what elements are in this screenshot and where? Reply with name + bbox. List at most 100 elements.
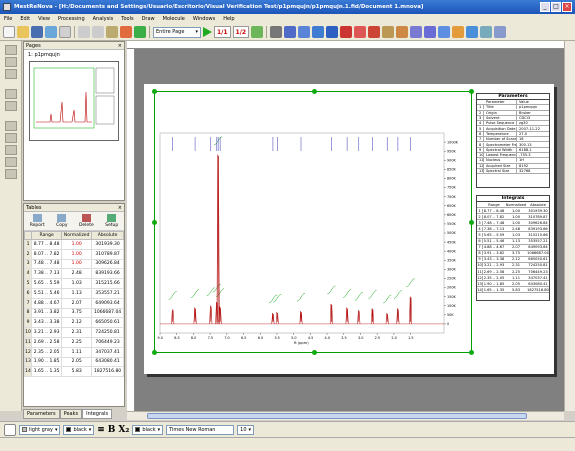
- tab-parameters[interactable]: Parameters: [23, 409, 60, 419]
- redo-icon[interactable]: [134, 26, 146, 38]
- column-header[interactable]: Range: [30, 231, 63, 240]
- table-row[interactable]: 10 3.21 .. 2.93 2.31 724250.81: [24, 327, 124, 338]
- integration-icon[interactable]: [354, 26, 367, 38]
- report-button[interactable]: Report: [30, 214, 45, 228]
- zoom-select[interactable]: Entire Page ▾: [153, 26, 201, 38]
- tab-peaks[interactable]: Peaks: [59, 409, 83, 419]
- table-row[interactable]: 5 5.65 .. 5.59 1.03 315215.66: [24, 278, 124, 289]
- play-icon[interactable]: [203, 27, 212, 37]
- fill-color-select[interactable]: light gray ▾: [19, 424, 61, 435]
- menu-edit[interactable]: Edit: [20, 16, 30, 22]
- table-row[interactable]: 13 1.90 .. 1.85 2.05 643080.41: [24, 356, 124, 368]
- parameters-table[interactable]: Parameters Parameter Value 1 Title p1pmqujn…: [476, 93, 550, 188]
- select-arrow-icon[interactable]: [4, 423, 16, 436]
- menu-view[interactable]: View: [38, 16, 50, 22]
- open-folder-icon[interactable]: [17, 26, 29, 38]
- column-header[interactable]: [24, 231, 32, 240]
- setup-button[interactable]: Setup: [105, 214, 118, 228]
- tab-integrals[interactable]: Integrals: [82, 409, 113, 419]
- pan-icon[interactable]: [298, 26, 311, 38]
- font-family-select[interactable]: Times New Roman: [166, 424, 235, 435]
- font-size-select[interactable]: 10 ▾: [237, 424, 255, 435]
- crosshair-icon[interactable]: [424, 26, 437, 38]
- menu-draw[interactable]: Draw: [142, 16, 155, 22]
- copy-button[interactable]: Copy: [56, 214, 68, 228]
- maximize-button[interactable]: □: [551, 2, 561, 12]
- vertical-scrollbar[interactable]: [564, 41, 575, 411]
- nmr-spectrum-chart[interactable]: 1000K 950K 900K 850K 800K 750K 700K 650K 600K 550…: [154, 91, 472, 353]
- brush-tool-icon[interactable]: [5, 133, 17, 143]
- save-icon[interactable]: [31, 26, 43, 38]
- reference-icon[interactable]: [410, 26, 423, 38]
- menu-molecule[interactable]: Molecule: [163, 16, 185, 22]
- minimize-button[interactable]: _: [540, 2, 550, 12]
- fit-icon[interactable]: [312, 26, 325, 38]
- horizontal-scrollbar[interactable]: [127, 411, 564, 420]
- text-tool-icon[interactable]: [5, 169, 17, 179]
- bold-icon[interactable]: B: [108, 425, 116, 435]
- table-row[interactable]: 2 8.07 .. 7.82 1.00 310789.87: [24, 248, 124, 260]
- table-row[interactable]: 14 1.65 .. 1.35 5.83 1827516.80: [24, 366, 124, 378]
- eraser-tool-icon[interactable]: [5, 145, 17, 155]
- menu-help[interactable]: Help: [223, 16, 234, 22]
- column-header[interactable]: Absolute: [91, 231, 124, 240]
- document-area[interactable]: 1000K 950K 900K 850K 800K 750K 700K 650K 600K 550…: [127, 41, 564, 411]
- zoom-icon[interactable]: [284, 26, 297, 38]
- menu-tools[interactable]: Tools: [121, 16, 133, 22]
- page-button-1[interactable]: 1/1: [214, 26, 231, 38]
- delete-tool-icon[interactable]: [5, 89, 17, 99]
- text-color-select[interactable]: black ▾: [132, 424, 164, 435]
- page-list-item[interactable]: 1: p1pmqujn: [28, 52, 60, 58]
- marker-tool-icon[interactable]: [5, 157, 17, 167]
- column-header[interactable]: Normalized: [61, 231, 93, 240]
- close-icon[interactable]: ×: [118, 43, 122, 49]
- predict-icon[interactable]: [494, 26, 507, 38]
- menu-analysis[interactable]: Analysis: [93, 16, 114, 22]
- close-icon[interactable]: ×: [118, 205, 122, 211]
- page-thumbnail[interactable]: [29, 61, 119, 141]
- menu-windows[interactable]: Windows: [193, 16, 215, 22]
- phase-icon[interactable]: [396, 26, 409, 38]
- table-row[interactable]: 3 7.48 .. 7.48 1.00 309626.84: [24, 258, 124, 270]
- scroll-thumb[interactable]: [147, 413, 527, 419]
- superimpose-icon[interactable]: [452, 26, 465, 38]
- integrals-report-table[interactable]: Integrals Range Normalized Absolute 1 8.77 …: [476, 195, 550, 301]
- paste-icon[interactable]: [106, 26, 118, 38]
- table-row[interactable]: 4 7.38 .. 7.13 2.48 839193.66: [24, 268, 124, 280]
- table-row[interactable]: 7 4.88 .. 4.67 2.07 649093.64: [24, 297, 124, 309]
- menu-file[interactable]: File: [4, 16, 12, 22]
- multiplet-icon[interactable]: [368, 26, 381, 38]
- assign-icon[interactable]: [480, 26, 493, 38]
- print-icon[interactable]: [45, 26, 57, 38]
- page-button-2[interactable]: 1/2: [232, 26, 250, 38]
- grid-tool-icon[interactable]: [5, 69, 17, 79]
- select-pointer-icon[interactable]: [270, 26, 283, 38]
- layout-tool-icon[interactable]: [5, 57, 17, 67]
- new-document-icon[interactable]: [3, 26, 15, 38]
- cut-icon[interactable]: [78, 26, 90, 38]
- peak-picking-icon[interactable]: [340, 26, 353, 38]
- menu-processing[interactable]: Processing: [58, 16, 85, 22]
- table-row[interactable]: 9 3.43 .. 3.38 2.12 665050.61: [24, 317, 124, 329]
- table-row[interactable]: 1 8.77 .. 8.48 1.00 301939.30: [24, 239, 124, 250]
- align-icon[interactable]: ≡: [97, 425, 105, 435]
- copy-icon[interactable]: [92, 26, 104, 38]
- print-preview-icon[interactable]: [59, 26, 71, 38]
- baseline-icon[interactable]: [382, 26, 395, 38]
- full-spectrum-icon[interactable]: [326, 26, 339, 38]
- stack-icon[interactable]: [438, 26, 451, 38]
- pointer-tool-icon[interactable]: [5, 45, 17, 55]
- table-row[interactable]: 11 2.69 .. 2.58 2.25 706449.23: [24, 336, 124, 348]
- document-page[interactable]: 1000K 950K 900K 850K 800K 750K 700K 650K 600K 550…: [144, 84, 554, 374]
- close-button[interactable]: ×: [562, 2, 572, 12]
- table-row[interactable]: 8 3.91 .. 3.82 3.75 1066687.04: [24, 307, 124, 319]
- undo-icon[interactable]: [120, 26, 132, 38]
- table-row[interactable]: 12 2.35 .. 2.05 1.11 347037.41: [24, 346, 124, 358]
- next-arrow-icon[interactable]: [251, 26, 264, 38]
- subscript-icon[interactable]: X₂: [118, 425, 129, 435]
- molecule-icon[interactable]: [466, 26, 479, 38]
- delete-button[interactable]: Delete: [79, 214, 94, 228]
- crop-tool-icon[interactable]: [5, 101, 17, 111]
- table-row[interactable]: 6 5.51 .. 5.46 1.13 353557.21: [24, 287, 124, 299]
- line-color-select[interactable]: black ▾: [63, 424, 95, 435]
